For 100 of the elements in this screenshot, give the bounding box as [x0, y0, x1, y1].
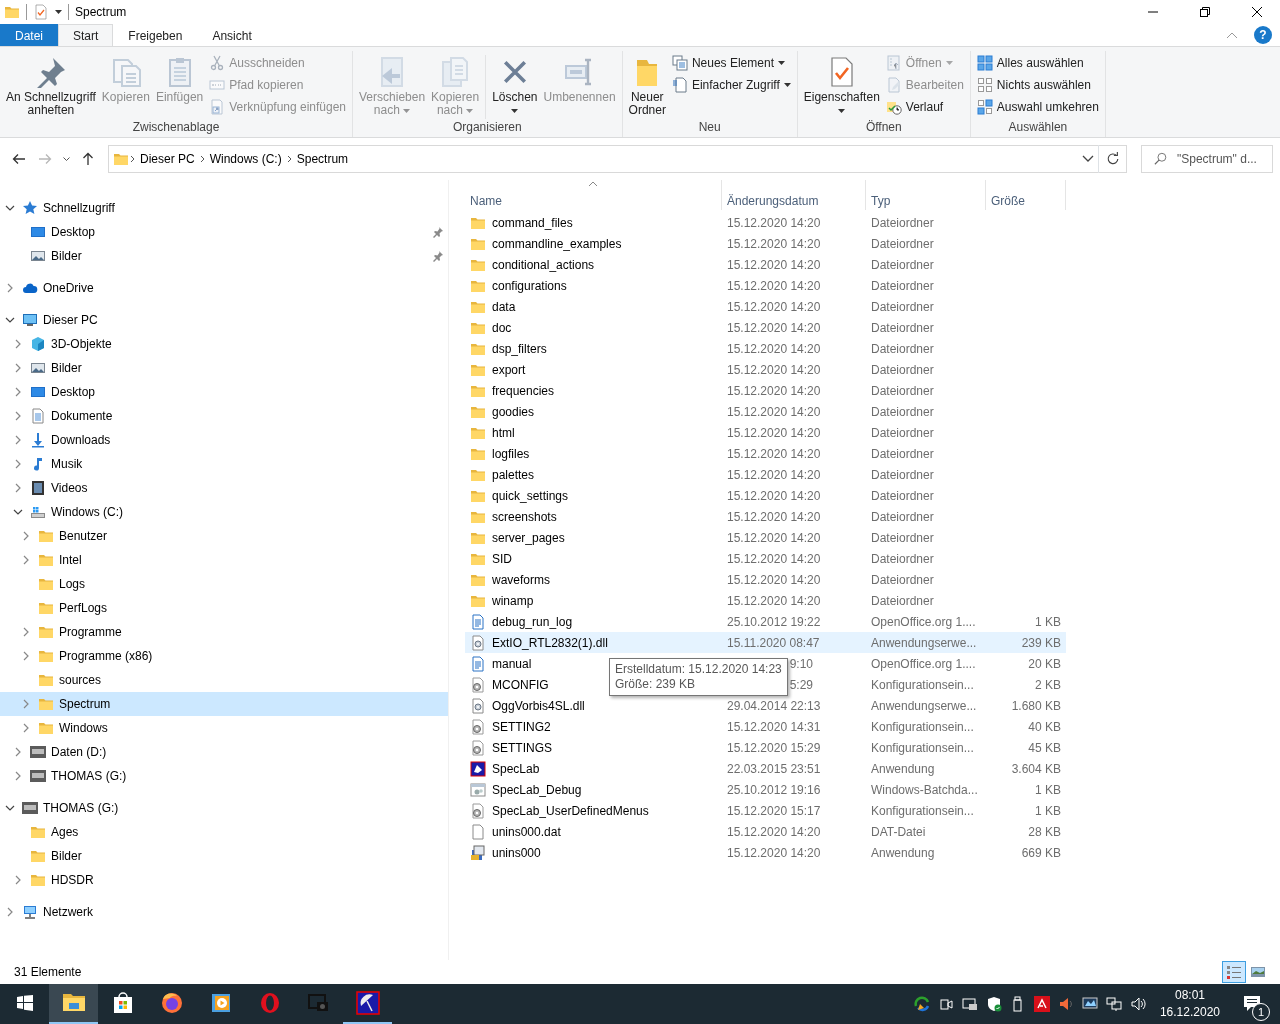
view-toggle-button[interactable]	[1222, 961, 1246, 983]
chevron-down-icon	[63, 157, 70, 161]
size-text: 40 KB	[1028, 718, 1061, 736]
tree-item[interactable]: PerfLogs	[0, 596, 448, 620]
breadcrumb-link[interactable]: Windows (C:)	[205, 150, 286, 168]
tree-item[interactable]: Ages	[0, 820, 448, 844]
tree-item[interactable]: Windows (C:)	[0, 500, 448, 524]
size-text: 1 KB	[1035, 781, 1061, 799]
file-name[interactable]: waveforms	[492, 570, 550, 589]
file-name[interactable]: html	[492, 423, 515, 442]
tree-item[interactable]: HDSDR	[0, 868, 448, 892]
file-name[interactable]: winamp	[492, 591, 534, 610]
breadcrumb-link[interactable]: Spectrum	[292, 150, 353, 168]
help-button[interactable]: ?	[1254, 26, 1272, 44]
tree-item[interactable]: Benutzer	[0, 524, 448, 548]
clock[interactable]: 08:01 16.12.2020	[1149, 984, 1230, 1024]
ribbon-button[interactable]: An Schnellzugriff anheften	[4, 51, 98, 119]
ribbon-button[interactable]: Verlauf	[883, 97, 966, 117]
tree-item[interactable]: Schnellzugriff	[0, 196, 448, 220]
tree-item[interactable]: Intel	[0, 548, 448, 572]
ribbon-tab[interactable]: Freigeben	[113, 24, 198, 46]
ribbon-button[interactable]: Einfacher Zugriff	[669, 75, 793, 95]
type-text: Dateiordner	[871, 235, 934, 253]
breadcrumb-link[interactable]: Dieser PC	[136, 150, 199, 168]
tree-item[interactable]: Dieser PC	[0, 308, 448, 332]
file-row[interactable]: ExtIO_RTL2832(1).dll 15.11.2020 08:47 Anwendungserwe... 239 KB	[465, 632, 1066, 653]
column-header[interactable]: Name	[465, 180, 722, 210]
file-name[interactable]: conditional_actions	[492, 255, 595, 274]
tree-item[interactable]: Downloads	[0, 428, 448, 452]
file-name[interactable]: configurations	[492, 276, 567, 295]
tree-item[interactable]: Bilder	[0, 244, 448, 268]
ribbon-button[interactable]: Alles auswählen	[974, 53, 1101, 73]
address-field[interactable]: Dieser PC Windows (C:) Spectrum	[108, 145, 1127, 173]
file-name[interactable]: MCONFIG	[492, 675, 549, 694]
date-text: 15.12.2020 14:20	[727, 299, 821, 314]
file-name[interactable]: dsp_filters	[492, 339, 547, 358]
ribbon-button[interactable]: Neuer Ordner	[626, 51, 668, 119]
file-name[interactable]: server_pages	[492, 528, 565, 547]
file-name[interactable]: doc	[492, 318, 512, 337]
chevron-icon	[5, 315, 15, 325]
ribbon-button[interactable]: Auswahl umkehren	[974, 97, 1101, 117]
search-field[interactable]: "Spectrum" d...	[1141, 145, 1273, 173]
file-name[interactable]: ExtIO_RTL2832(1).dll	[492, 633, 608, 652]
tree-item[interactable]: 3D-Objekte	[0, 332, 448, 356]
file-name[interactable]: quick_settings	[492, 486, 569, 505]
ribbon-tab[interactable]: Start	[58, 24, 114, 47]
file-name[interactable]: frequencies	[492, 381, 555, 400]
folder-icon	[38, 696, 54, 712]
file-name[interactable]: SpecLab_UserDefinedMenus	[492, 801, 649, 820]
file-name[interactable]: manual	[492, 654, 532, 673]
file-name[interactable]: palettes	[492, 465, 535, 484]
file-name[interactable]: debug_run_log	[492, 612, 573, 631]
tree-item[interactable]: THOMAS (G:)	[0, 796, 448, 820]
tree-item[interactable]: THOMAS (G:)	[0, 764, 448, 788]
tree-item[interactable]: Programme	[0, 620, 448, 644]
tree-item[interactable]: Bilder	[0, 356, 448, 380]
tree-item[interactable]: Desktop	[0, 220, 448, 244]
file-name[interactable]: unins000.dat	[492, 822, 561, 841]
ribbon-button[interactable]: Löschen	[490, 51, 540, 119]
taskbar-app-button[interactable]	[49, 984, 98, 1024]
file-name[interactable]: SID	[492, 549, 512, 568]
column-header[interactable]: Änderungsdatum	[722, 180, 866, 210]
file-tab[interactable]: Datei	[0, 24, 58, 46]
desktop-icon	[30, 224, 46, 240]
file-name[interactable]: data	[492, 297, 516, 316]
file-name[interactable]: commandline_examples	[492, 234, 622, 253]
caret-icon	[783, 83, 791, 87]
ribbon-button[interactable]: Neues Element	[669, 53, 793, 73]
column-header[interactable]: Typ	[866, 180, 986, 210]
tree-item[interactable]: Desktop	[0, 380, 448, 404]
ribbon-button[interactable]: Eigenschaften	[801, 51, 882, 119]
file-name[interactable]: SETTING2	[492, 717, 551, 736]
sort-caret-icon	[589, 182, 597, 187]
ribbon-button[interactable]: Nichts auswählen	[974, 75, 1101, 95]
tree-item[interactable]: Windows	[0, 716, 448, 740]
tree-item[interactable]: sources	[0, 668, 448, 692]
tree-item[interactable]: Dokumente	[0, 404, 448, 428]
ribbon-tab[interactable]: Ansicht	[197, 24, 267, 46]
tree-item[interactable]: Videos	[0, 476, 448, 500]
file-name[interactable]: SETTINGS	[492, 738, 552, 757]
date-text: 22.03.2015 23:51	[727, 761, 821, 776]
file-name[interactable]: SpecLab	[492, 759, 540, 778]
column-header[interactable]: Größe	[986, 180, 1066, 210]
file-name[interactable]: unins000	[492, 843, 541, 862]
file-name[interactable]: SpecLab_Debug	[492, 780, 582, 799]
file-name[interactable]: command_files	[492, 213, 573, 232]
notifications-button[interactable]: 1	[1230, 984, 1274, 1024]
tree-item[interactable]: Logs	[0, 572, 448, 596]
file-name[interactable]: goodies	[492, 402, 535, 421]
file-name[interactable]: OggVorbis4SL.dll	[492, 696, 585, 715]
file-name[interactable]: screenshots	[492, 507, 557, 526]
tree-item[interactable]: Netzwerk	[0, 900, 448, 924]
tree-item[interactable]: Spectrum	[0, 692, 448, 716]
tree-item[interactable]: Musik	[0, 452, 448, 476]
tree-item[interactable]: Daten (D:)	[0, 740, 448, 764]
tree-item[interactable]: Bilder	[0, 844, 448, 868]
tree-item[interactable]: Programme (x86)	[0, 644, 448, 668]
file-name[interactable]: export	[492, 360, 526, 379]
tree-item[interactable]: OneDrive	[0, 276, 448, 300]
file-name[interactable]: logfiles	[492, 444, 530, 463]
